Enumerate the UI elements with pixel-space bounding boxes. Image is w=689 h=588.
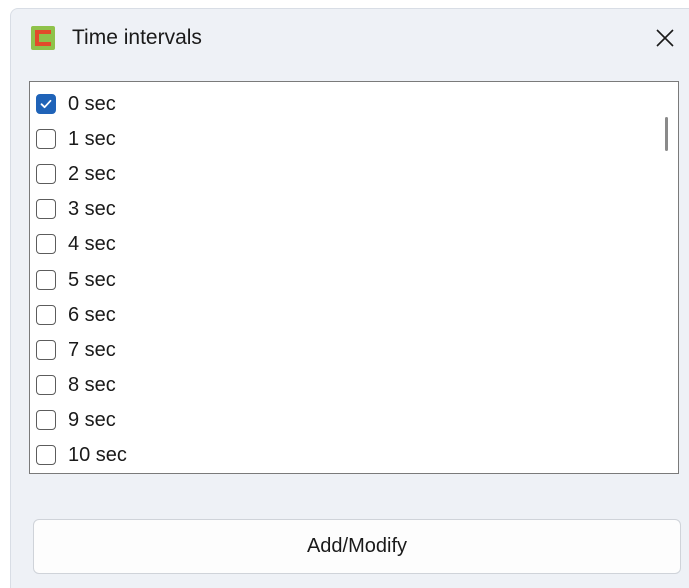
checkbox[interactable] xyxy=(36,304,56,325)
list-item[interactable]: 3 sec xyxy=(30,192,656,227)
checkbox[interactable] xyxy=(36,199,56,220)
checkbox[interactable] xyxy=(36,269,56,290)
list-item[interactable]: 1 sec xyxy=(30,121,656,156)
list-item-label: 5 sec xyxy=(68,268,116,291)
list-item[interactable]: 5 sec xyxy=(30,262,656,297)
list-item[interactable]: 2 sec xyxy=(30,156,656,191)
checkbox[interactable] xyxy=(36,339,56,360)
vertical-scrollbar[interactable] xyxy=(656,82,678,473)
list-item-label: 10 sec xyxy=(68,444,127,467)
list-item-label: 2 sec xyxy=(68,162,116,185)
list-item[interactable]: 8 sec xyxy=(30,368,656,403)
list-item[interactable]: 7 sec xyxy=(30,332,656,367)
list-item-label: 1 sec xyxy=(68,127,116,150)
checkbox[interactable] xyxy=(36,375,56,396)
checkbox[interactable] xyxy=(36,234,56,255)
app-logo-c-shape xyxy=(35,30,51,46)
list-item-label: 0 sec xyxy=(68,92,116,115)
checkbox[interactable] xyxy=(36,410,56,431)
list-item[interactable]: 10 sec xyxy=(30,438,656,473)
title-bar: Time intervals xyxy=(11,9,689,69)
checkbox-checked[interactable] xyxy=(36,93,56,114)
close-icon xyxy=(655,28,675,48)
checkbox[interactable] xyxy=(36,128,56,149)
list-item[interactable]: 0 sec xyxy=(30,86,656,121)
list-item-label: 8 sec xyxy=(68,374,116,397)
list-item-label: 9 sec xyxy=(68,409,116,432)
checkbox[interactable] xyxy=(36,445,56,466)
list-item-label: 6 sec xyxy=(68,303,116,326)
checkmark-icon xyxy=(39,97,53,111)
list-item-label: 4 sec xyxy=(68,233,116,256)
list-item-label: 7 sec xyxy=(68,338,116,361)
list-item[interactable]: 9 sec xyxy=(30,403,656,438)
intervals-checklist[interactable]: 0 sec 1 sec 2 sec 3 sec 4 sec 5 sec 6 sec 7 sec… xyxy=(29,81,679,474)
scrollbar-thumb[interactable] xyxy=(665,117,668,151)
window-title: Time intervals xyxy=(72,26,202,49)
close-button[interactable] xyxy=(641,9,689,67)
list-item[interactable]: 6 sec xyxy=(30,297,656,332)
list-item-label: 3 sec xyxy=(68,198,116,221)
checkbox[interactable] xyxy=(36,163,56,184)
checklist-items: 0 sec 1 sec 2 sec 3 sec 4 sec 5 sec 6 sec 7 sec… xyxy=(30,86,656,473)
list-item[interactable]: 4 sec xyxy=(30,227,656,262)
app-icon xyxy=(31,26,55,50)
add-modify-button[interactable]: Add/Modify xyxy=(33,519,681,574)
time-intervals-dialog: Time intervals 0 sec 1 sec 2 sec 3 sec 4 sec… xyxy=(10,8,689,588)
